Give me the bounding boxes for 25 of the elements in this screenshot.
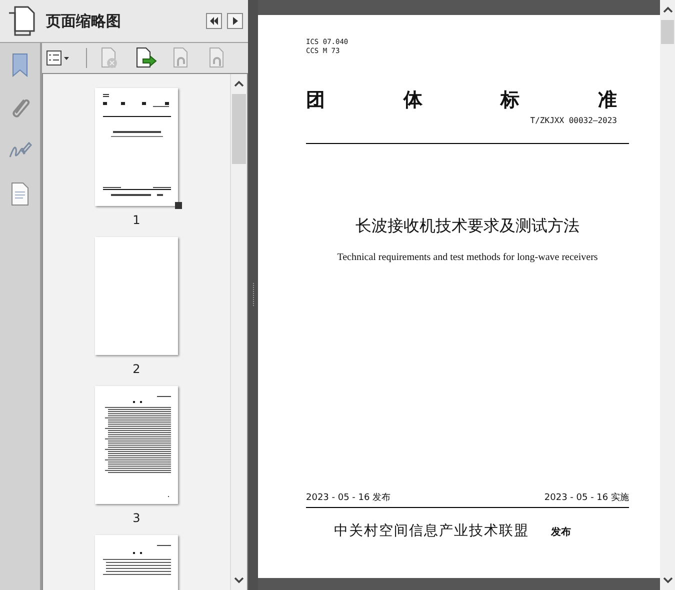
scrollbar[interactable] bbox=[230, 74, 247, 590]
panel-title: 页面缩略图 bbox=[46, 12, 122, 30]
issue-date: 2023 - 05 - 16 发布 bbox=[306, 492, 391, 504]
double-left-arrow-icon bbox=[209, 16, 219, 26]
scroll-thumb[interactable] bbox=[232, 94, 246, 164]
document-title: 长波接收机技术要求及测试方法 bbox=[354, 216, 580, 237]
grip-icon[interactable] bbox=[252, 283, 254, 307]
pages-icon bbox=[6, 5, 36, 37]
page-thumbnail[interactable] bbox=[95, 237, 178, 355]
right-arrow-icon bbox=[230, 16, 240, 26]
standard-number: T/ZKJXX 00032—2023 bbox=[529, 116, 617, 125]
publish-label: 发布 bbox=[551, 526, 571, 539]
view-handle[interactable] bbox=[175, 202, 182, 209]
scroll-thumb[interactable] bbox=[661, 20, 674, 44]
page-thumbnail[interactable] bbox=[95, 386, 178, 504]
standard-heading: 团体标准 bbox=[306, 89, 617, 111]
collapse-button[interactable] bbox=[206, 13, 222, 29]
page-number: 1 bbox=[132, 213, 140, 227]
next-button[interactable] bbox=[227, 13, 243, 29]
document-subtitle: Technical requirements and test methods for long-wave receivers bbox=[336, 252, 599, 263]
page-number: 3 bbox=[132, 511, 140, 525]
publisher-name: 中关村空间信息产业技术联盟 bbox=[334, 522, 529, 540]
effective-date: 2023 - 05 - 16 实施 bbox=[544, 492, 629, 504]
page-number: 2 bbox=[132, 362, 140, 376]
scrollbar[interactable] bbox=[660, 0, 675, 590]
